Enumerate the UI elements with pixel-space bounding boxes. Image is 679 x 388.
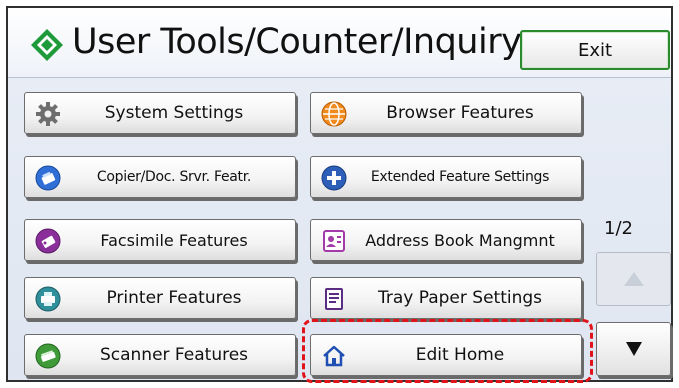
page-down-button[interactable] [596, 322, 671, 376]
printer-icon [35, 286, 61, 312]
button-label: System Settings [104, 103, 244, 123]
button-label: Printer Features [106, 288, 242, 308]
tools-diamond-icon [31, 29, 63, 61]
title-bar: User Tools/Counter/Inquiry Exit [8, 8, 671, 78]
triangle-down-icon [625, 342, 642, 356]
extended-feature-settings-button[interactable]: Extended Feature Settings [310, 156, 582, 198]
scanner-icon [35, 343, 61, 369]
button-label: Browser Features [386, 103, 534, 123]
edit-home-highlight [302, 319, 593, 383]
exit-button[interactable]: Exit [520, 30, 670, 70]
copier-doc-server-features-button[interactable]: Copier/Doc. Srvr. Featr. [24, 156, 296, 198]
button-label: Address Book Mangmnt [365, 230, 555, 250]
copier-icon [35, 165, 61, 191]
user-tools-window: User Tools/Counter/Inquiry Exit System S… [6, 6, 673, 383]
plus-circle-icon [321, 165, 347, 191]
printer-features-button[interactable]: Printer Features [24, 277, 296, 319]
page-up-button[interactable] [596, 252, 671, 306]
address-book-management-button[interactable]: Address Book Mangmnt [310, 219, 582, 261]
facsimile-features-button[interactable]: Facsimile Features [24, 219, 296, 261]
globe-icon [321, 101, 347, 127]
triangle-up-icon [623, 272, 644, 286]
button-label: Copier/Doc. Srvr. Featr. [96, 169, 252, 185]
tray-paper-icon [325, 288, 343, 310]
button-label: Tray Paper Settings [377, 288, 543, 308]
page-title: User Tools/Counter/Inquiry [72, 22, 522, 62]
scanner-features-button[interactable]: Scanner Features [24, 334, 296, 376]
page-indicator: 1/2 [604, 218, 633, 239]
fax-icon [35, 228, 61, 254]
gear-icon [36, 102, 60, 126]
button-label: Scanner Features [99, 345, 249, 365]
button-label: Extended Feature Settings [370, 169, 550, 185]
button-label: Facsimile Features [100, 230, 248, 250]
system-settings-button[interactable]: System Settings [24, 92, 296, 134]
tray-paper-settings-button[interactable]: Tray Paper Settings [310, 277, 582, 319]
browser-features-button[interactable]: Browser Features [310, 92, 582, 134]
address-book-icon [323, 230, 345, 252]
